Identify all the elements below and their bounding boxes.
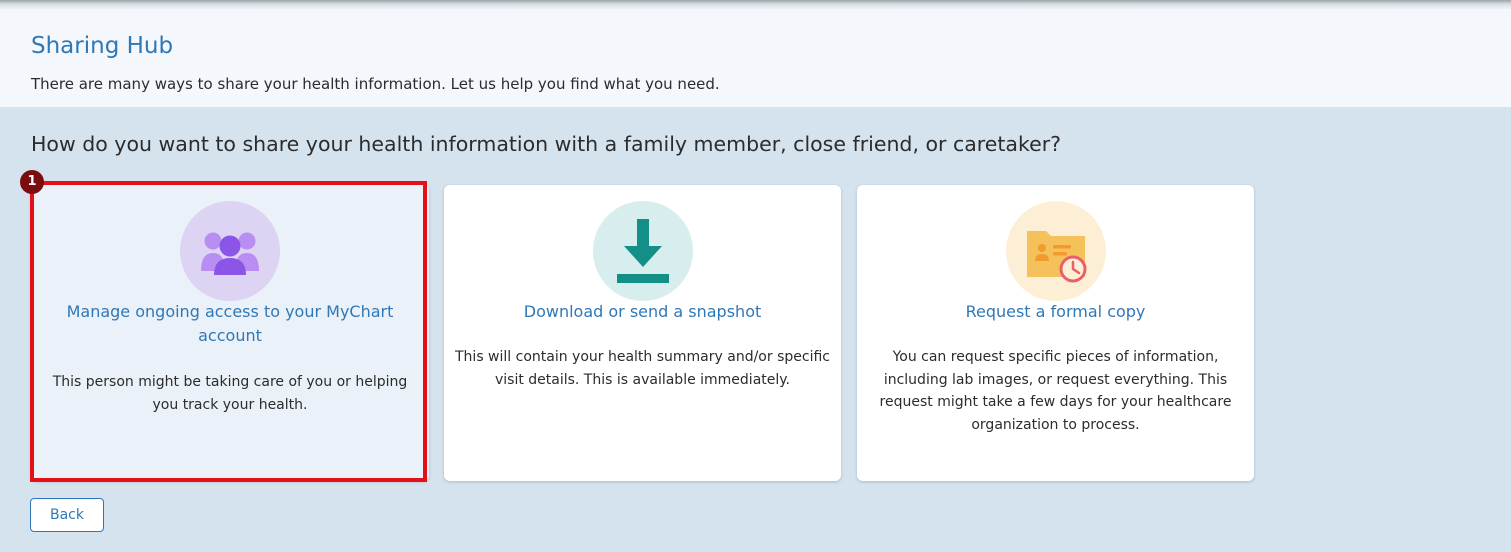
download-snapshot-card[interactable]: Download or send a snapshot This will co… — [444, 185, 841, 481]
download-snapshot-description: This will contain your health summary an… — [455, 349, 830, 388]
formal-copy-description: You can request specific pieces of infor… — [879, 349, 1232, 433]
page-header: Sharing Hub There are many ways to share… — [0, 9, 1511, 107]
page-title: Sharing Hub — [31, 33, 174, 59]
manage-access-link[interactable]: Manage ongoing access to your MyChart ac… — [41, 300, 419, 348]
formal-copy-link[interactable]: Request a formal copy — [867, 300, 1244, 324]
folder-clock-icon — [1005, 201, 1106, 301]
sharing-question: How do you want to share your health inf… — [31, 132, 1062, 156]
download-snapshot-link[interactable]: Download or send a snapshot — [454, 300, 831, 324]
manage-access-description: This person might be taking care of you … — [52, 374, 408, 413]
formal-copy-card[interactable]: Request a formal copy You can request sp… — [857, 185, 1254, 481]
people-group-icon — [180, 201, 280, 301]
step-number-badge: 1 — [20, 170, 44, 194]
manage-access-card[interactable]: Manage ongoing access to your MyChart ac… — [31, 185, 429, 481]
page-subtitle: There are many ways to share your health… — [31, 75, 720, 93]
download-icon — [592, 201, 693, 301]
back-button[interactable]: Back — [30, 498, 104, 532]
